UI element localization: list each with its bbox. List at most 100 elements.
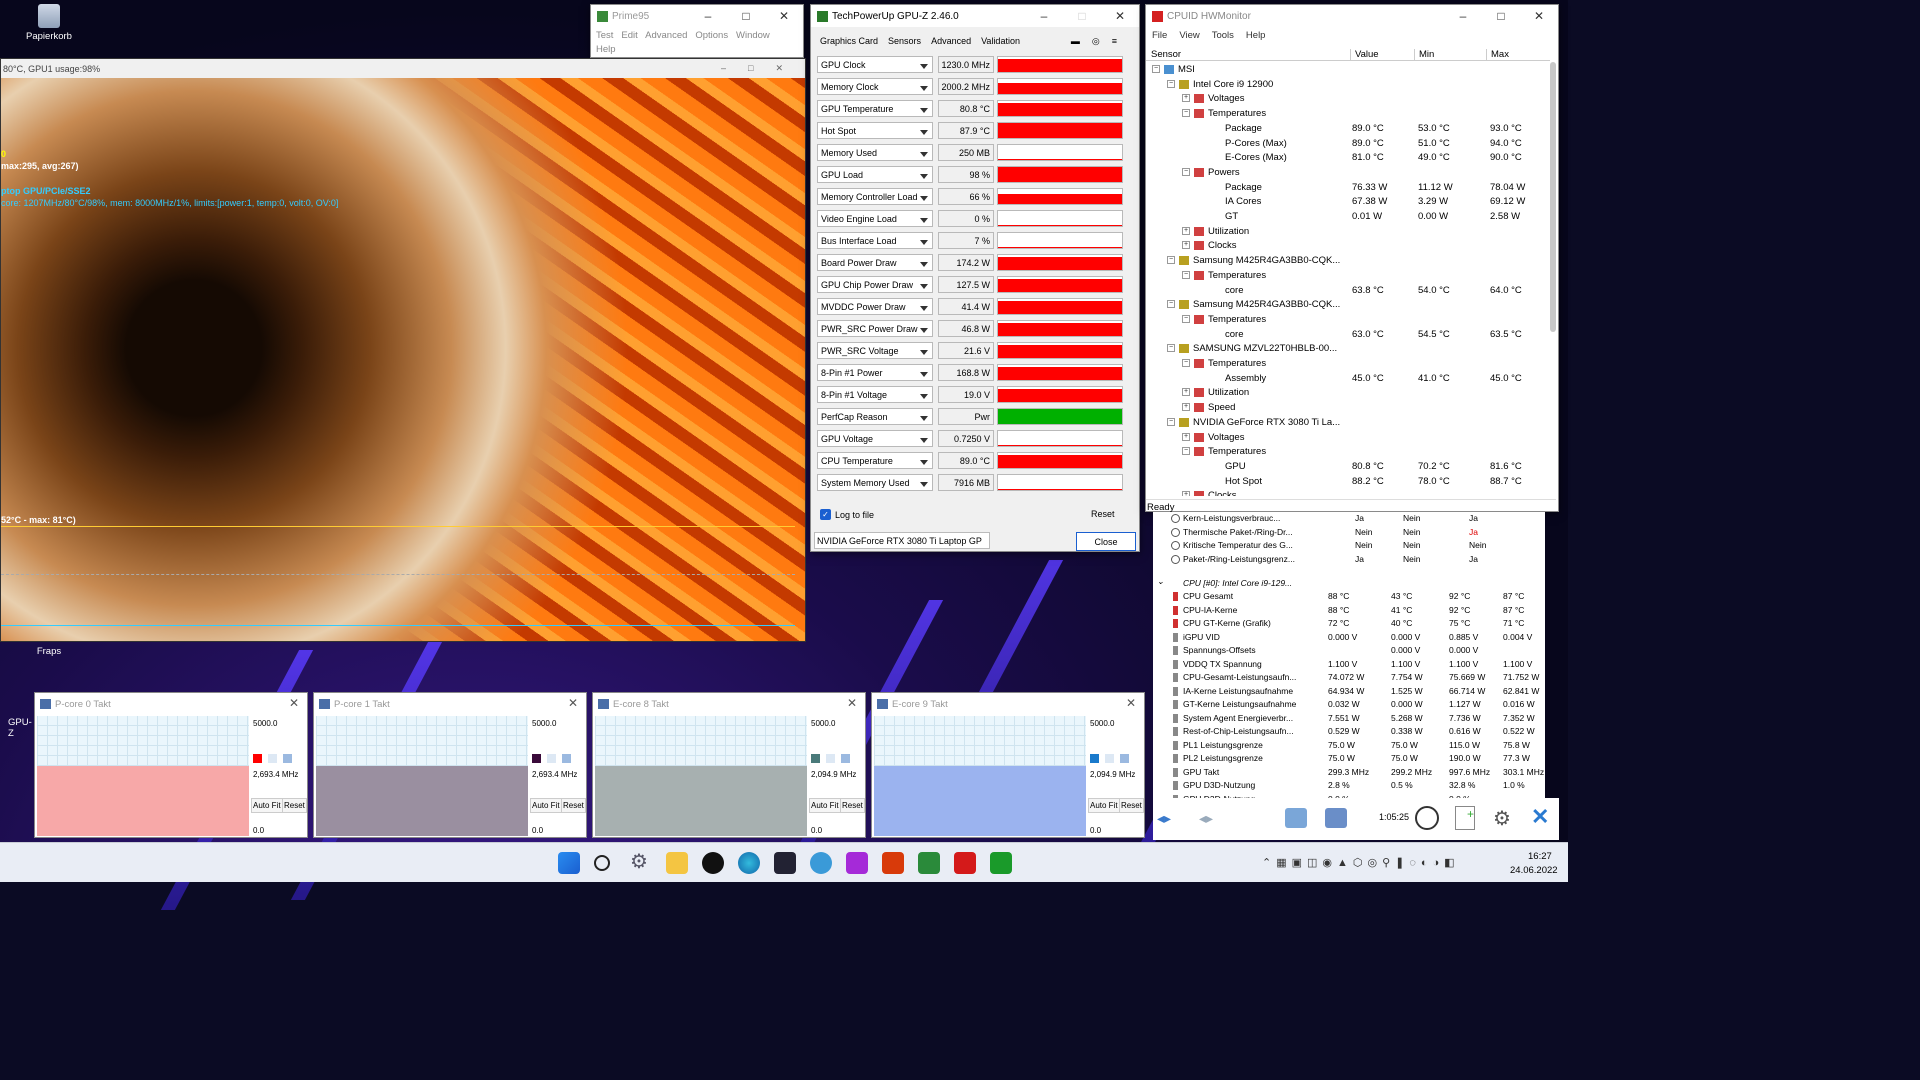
sensor-name[interactable]: 8-Pin #1 Voltage: [817, 386, 933, 403]
nav-arrows-icon[interactable]: ◂▸: [1157, 810, 1171, 827]
tree-row[interactable]: IA Cores 67.38 W 3.29 W 69.12 W: [1146, 194, 1546, 209]
expand-icon[interactable]: +: [1182, 241, 1190, 250]
sensor-name[interactable]: PWR_SRC Power Draw: [817, 320, 933, 337]
expand-icon[interactable]: −: [1182, 447, 1190, 456]
sensor-name[interactable]: Video Engine Load: [817, 210, 933, 227]
menu-file[interactable]: File: [1152, 30, 1167, 41]
limit-row[interactable]: Kritische Temperatur des G... Nein Nein Nei…: [1153, 539, 1545, 553]
hwmonitor-taskbar-icon[interactable]: [954, 852, 976, 874]
sensor-row[interactable]: CPU GT-Kerne (Grafik) 72 °C 40 °C 75 °C 71 °…: [1153, 617, 1545, 631]
reset-button[interactable]: Reset: [1091, 509, 1115, 519]
expand-icon[interactable]: −: [1167, 417, 1175, 426]
sensor-row[interactable]: CPU-Gesamt-Leistungsaufn... 74.072 W 7.754…: [1153, 671, 1545, 685]
expand-icon[interactable]: +: [1182, 432, 1190, 441]
color-swatch[interactable]: [547, 754, 556, 763]
tree-row[interactable]: + Voltages: [1146, 91, 1546, 106]
reset-button[interactable]: Reset: [1119, 798, 1144, 813]
sensor-name[interactable]: Memory Used: [817, 144, 933, 161]
color-swatch[interactable]: [1090, 754, 1099, 763]
expand-icon[interactable]: +: [1182, 491, 1190, 496]
maximize-icon[interactable]: □: [1482, 9, 1520, 23]
color-swatch[interactable]: [268, 754, 277, 763]
sensor-name[interactable]: GPU Voltage: [817, 430, 933, 447]
color-swatch[interactable]: [253, 754, 262, 763]
tree-row[interactable]: core 63.8 °C 54.0 °C 64.0 °C: [1146, 283, 1546, 298]
edge-icon[interactable]: [738, 852, 760, 874]
tree-row[interactable]: + Clocks: [1146, 488, 1546, 496]
sensor-name[interactable]: Memory Controller Load: [817, 188, 933, 205]
tree-row[interactable]: − NVIDIA GeForce RTX 3080 Ti La...: [1146, 415, 1546, 430]
clock-time[interactable]: 16:27: [1528, 851, 1552, 862]
clock-icon[interactable]: [1415, 806, 1439, 830]
xbox-icon[interactable]: [702, 852, 724, 874]
furmark-window[interactable]: 80°C, GPU1 usage:98% –□✕ 0 max:295, avg:…: [0, 58, 806, 642]
maximize-icon[interactable]: □: [1063, 9, 1101, 23]
sensor-row[interactable]: CPU-IA-Kerne 88 °C 41 °C 92 °C 87 °C: [1153, 604, 1545, 618]
menu-test[interactable]: Test: [596, 30, 613, 41]
sensor-row[interactable]: VDDQ TX Spannung 1.100 V 1.100 V 1.100 V 1.1…: [1153, 658, 1545, 672]
expand-icon[interactable]: −: [1182, 270, 1190, 279]
report-icon[interactable]: [1325, 808, 1347, 828]
clock-date[interactable]: 24.06.2022: [1510, 865, 1558, 876]
limit-row[interactable]: Kern-Leistungsverbrauc... Ja Nein Ja: [1153, 512, 1545, 526]
tree-row[interactable]: − Temperatures: [1146, 312, 1546, 327]
auto-fit-button[interactable]: Auto Fit: [251, 798, 283, 813]
color-swatch[interactable]: [1105, 754, 1114, 763]
hwinfo-window[interactable]: Kern-Leistungsverbrauc... Ja Nein Ja Thermis…: [1153, 512, 1545, 798]
sensor-row[interactable]: CPU Gesamt 88 °C 43 °C 92 °C 87 °C: [1153, 590, 1545, 604]
close-icon[interactable]: ✕: [765, 9, 803, 23]
sensor-name[interactable]: GPU Chip Power Draw: [817, 276, 933, 293]
settings-icon[interactable]: ⚙: [1493, 806, 1511, 831]
expand-icon[interactable]: −: [1167, 256, 1175, 265]
reset-button[interactable]: Reset: [840, 798, 865, 813]
sensor-row[interactable]: GPU D3D-Nutzung 2.8 % 0.5 % 32.8 % 1.0 %: [1153, 779, 1545, 793]
tree-row[interactable]: + Utilization: [1146, 224, 1546, 239]
perf-graph-window[interactable]: P-core 0 Takt ✕ 5000.0 2,693.4 MHz 0.0 Auto F…: [34, 692, 308, 838]
tree-row[interactable]: + Utilization: [1146, 385, 1546, 400]
expand-icon[interactable]: −: [1182, 314, 1190, 323]
expand-icon[interactable]: −: [1167, 344, 1175, 353]
perf-graph-window[interactable]: P-core 1 Takt ✕ 5000.0 2,693.4 MHz 0.0 Auto F…: [313, 692, 587, 838]
color-swatch[interactable]: [532, 754, 541, 763]
reset-button[interactable]: Reset: [282, 798, 307, 813]
menu-help[interactable]: Help: [1246, 30, 1266, 41]
tree-row[interactable]: − Temperatures: [1146, 444, 1546, 459]
expand-icon[interactable]: +: [1182, 388, 1190, 397]
col-value[interactable]: Value: [1350, 49, 1379, 60]
tree-row[interactable]: + Speed: [1146, 400, 1546, 415]
close-icon[interactable]: ✕: [1101, 9, 1139, 23]
color-swatch[interactable]: [841, 754, 850, 763]
sensor-row[interactable]: Rest-of-Chip-Leistungsaufn... 0.529 W 0.33…: [1153, 725, 1545, 739]
sensor-name[interactable]: GPU Temperature: [817, 100, 933, 117]
expand-icon[interactable]: −: [1182, 109, 1190, 118]
sensor-row[interactable]: GT-Kerne Leistungsaufnahme 0.032 W 0.000 W…: [1153, 698, 1545, 712]
menu-tools[interactable]: Tools: [1212, 30, 1234, 41]
tree-row[interactable]: core 63.0 °C 54.5 °C 63.5 °C: [1146, 327, 1546, 342]
toolbar-icons[interactable]: ▬◎≡: [1071, 36, 1129, 47]
tree-row[interactable]: GPU 80.8 °C 70.2 °C 81.6 °C: [1146, 459, 1546, 474]
auto-fit-button[interactable]: Auto Fit: [530, 798, 562, 813]
sensor-row[interactable]: IA-Kerne Leistungsaufnahme 64.934 W 1.525 …: [1153, 685, 1545, 699]
tree-row[interactable]: − Temperatures: [1146, 106, 1546, 121]
tray-icons[interactable]: ⌃▦▣◫◉▲⬡◎⚲❚◌◐◑◧: [1262, 856, 1460, 869]
expand-icon[interactable]: +: [1182, 226, 1190, 235]
log-checkbox[interactable]: ✓: [820, 509, 831, 520]
reset-button[interactable]: Reset: [561, 798, 586, 813]
expand-icon[interactable]: +: [1182, 403, 1190, 412]
col-sensor[interactable]: Sensor: [1151, 49, 1181, 60]
network-icon[interactable]: [1285, 808, 1307, 828]
tab-graphics-card[interactable]: Graphics Card: [820, 36, 878, 47]
sensor-row[interactable]: PL2 Leistungsgrenze 75.0 W 75.0 W 190.0 W 77…: [1153, 752, 1545, 766]
sensor-name[interactable]: Bus Interface Load: [817, 232, 933, 249]
sensor-name[interactable]: Memory Clock: [817, 78, 933, 95]
furmark-taskbar-icon[interactable]: [882, 852, 904, 874]
tab-advanced[interactable]: Advanced: [931, 36, 971, 47]
calculator-icon[interactable]: [774, 852, 796, 874]
sensor-name[interactable]: GPU Clock: [817, 56, 933, 73]
color-swatch[interactable]: [283, 754, 292, 763]
col-min[interactable]: Min: [1414, 49, 1434, 60]
tree-row[interactable]: − Temperatures: [1146, 268, 1546, 283]
tree-row[interactable]: − Intel Core i9 12900: [1146, 77, 1546, 92]
tree-row[interactable]: − Powers: [1146, 165, 1546, 180]
expand-icon[interactable]: −: [1167, 300, 1175, 309]
